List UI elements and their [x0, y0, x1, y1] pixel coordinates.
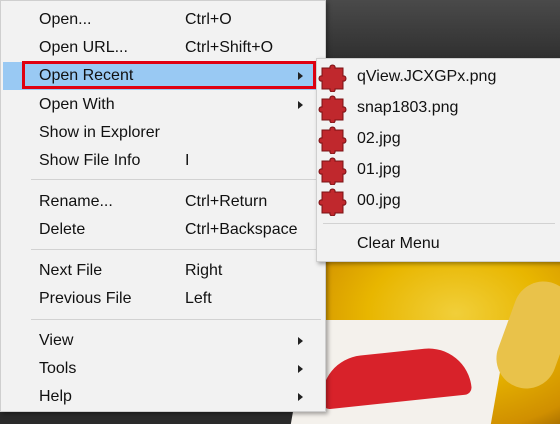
menu-item-label: Delete: [39, 221, 86, 238]
menu-separator: [31, 249, 321, 250]
menu-item-show-in-explorer[interactable]: Show in Explorer: [1, 119, 325, 147]
menu-item-rename[interactable]: Rename... Ctrl+Return: [1, 188, 325, 216]
annotation-highlight-box: [22, 61, 316, 89]
menu-item-shortcut: Right: [185, 262, 223, 279]
recent-file-label: 00.jpg: [357, 192, 401, 209]
submenu-arrow-icon: [298, 337, 303, 345]
menu-item-previous-file[interactable]: Previous File Left: [1, 285, 325, 313]
menu-separator: [31, 179, 321, 180]
recent-file-label: snap1803.png: [357, 99, 459, 116]
recent-file-item[interactable]: 00.jpg: [317, 186, 560, 217]
menu-item-label: Rename...: [39, 193, 113, 210]
menu-item-help[interactable]: Help: [1, 383, 325, 411]
menu-item-open-with[interactable]: Open With: [1, 91, 325, 119]
recent-file-item[interactable]: snap1803.png: [317, 93, 560, 124]
recent-file-item[interactable]: 01.jpg: [317, 155, 560, 186]
menu-item-label: Help: [39, 388, 72, 405]
red-puzzle-file-icon: [317, 62, 351, 93]
clear-menu-item[interactable]: Clear Menu: [317, 229, 560, 259]
submenu-arrow-icon: [298, 393, 303, 401]
menu-item-show-file-info[interactable]: Show File Info I: [1, 147, 325, 175]
menu-item-shortcut: Ctrl+Return: [185, 193, 268, 210]
menu-item-label: Show in Explorer: [39, 124, 160, 141]
menu-separator: [323, 223, 555, 224]
menu-item-next-file[interactable]: Next File Right: [1, 257, 325, 285]
menu-item-label: View: [39, 332, 74, 349]
red-puzzle-file-icon: [317, 186, 351, 217]
menu-item-open[interactable]: Open... Ctrl+O: [1, 6, 325, 34]
menu-item-label: Previous File: [39, 290, 132, 307]
menu-item-label: Next File: [39, 262, 103, 279]
recent-files-submenu: qView.JCXGPx.png snap1803.png 02.jpg 01.…: [316, 58, 560, 262]
menu-item-label: Tools: [39, 360, 77, 377]
menu-item-label: Open With: [39, 96, 115, 113]
recent-file-label: 01.jpg: [357, 161, 401, 178]
menu-item-view[interactable]: View: [1, 327, 325, 355]
clear-menu-label: Clear Menu: [357, 235, 440, 252]
recent-file-item[interactable]: 02.jpg: [317, 124, 560, 155]
recent-file-label: qView.JCXGPx.png: [357, 68, 497, 85]
menu-item-shortcut: Ctrl+Shift+O: [185, 39, 274, 56]
menu-item-label: Show File Info: [39, 152, 141, 169]
submenu-arrow-icon: [298, 101, 303, 109]
menu-separator: [31, 319, 321, 320]
menu-item-delete[interactable]: Delete Ctrl+Backspace: [1, 216, 325, 244]
red-puzzle-file-icon: [317, 93, 351, 124]
menu-item-open-url[interactable]: Open URL... Ctrl+Shift+O: [1, 34, 325, 62]
menu-item-label: Open...: [39, 11, 92, 28]
menu-item-label: Open URL...: [39, 39, 128, 56]
menu-item-shortcut: Ctrl+Backspace: [185, 221, 298, 238]
menu-item-tools[interactable]: Tools: [1, 355, 325, 383]
menu-item-shortcut: Ctrl+O: [185, 11, 232, 28]
submenu-arrow-icon: [298, 365, 303, 373]
background-dark-area: [318, 0, 560, 60]
red-puzzle-file-icon: [317, 124, 351, 155]
red-puzzle-file-icon: [317, 155, 351, 186]
recent-file-label: 02.jpg: [357, 130, 401, 147]
menu-item-shortcut: I: [185, 152, 190, 169]
menu-item-shortcut: Left: [185, 290, 212, 307]
recent-file-item[interactable]: qView.JCXGPx.png: [317, 62, 560, 93]
